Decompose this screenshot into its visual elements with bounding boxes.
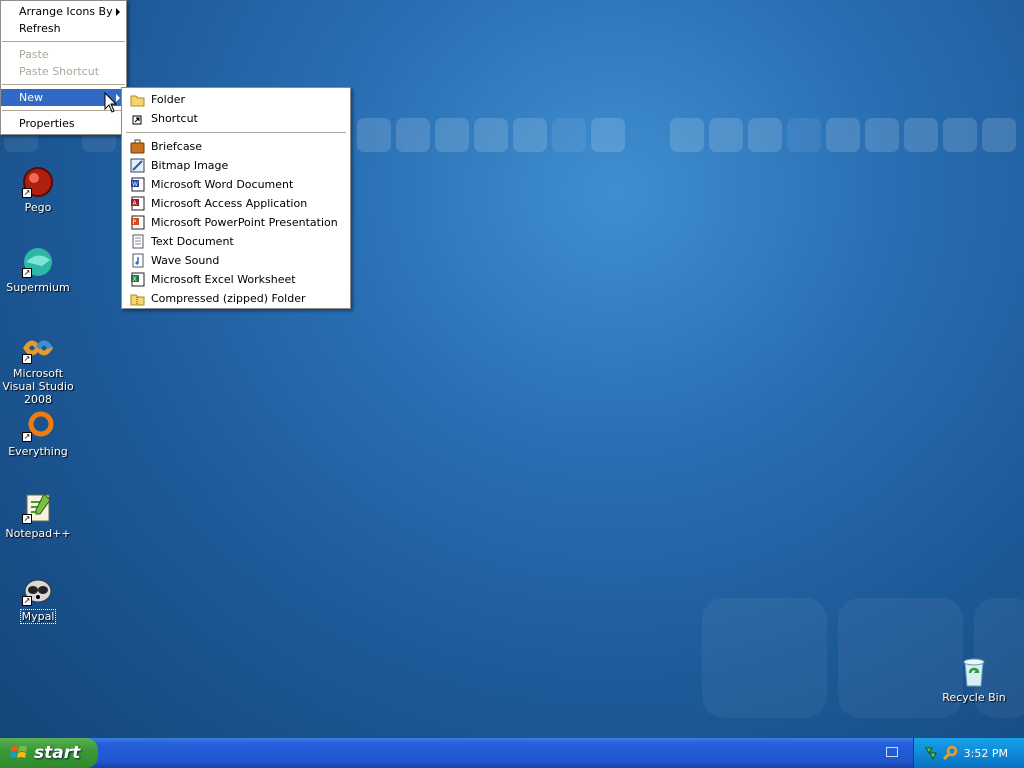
- svg-text:W: W: [132, 181, 138, 188]
- bitmap-icon: [130, 158, 145, 173]
- new-item-shortcut[interactable]: Shortcut: [122, 109, 350, 128]
- desktop-icon-visual-studio[interactable]: ↗ Microsoft Visual Studio 2008: [0, 332, 76, 406]
- visual-studio-icon: ↗: [22, 332, 54, 364]
- zip-folder-icon: [130, 294, 145, 306]
- new-item-access[interactable]: A Microsoft Access Application: [122, 194, 350, 213]
- powerpoint-icon: P: [131, 215, 145, 230]
- menu-item-paste[interactable]: Paste: [1, 46, 126, 63]
- new-item-label: Wave Sound: [151, 254, 220, 267]
- everything-icon: ↗: [22, 410, 54, 442]
- menu-item-paste-shortcut[interactable]: Paste Shortcut: [1, 63, 126, 80]
- new-item-folder[interactable]: Folder: [122, 90, 350, 109]
- desktop-icon-label: Recycle Bin: [942, 691, 1006, 704]
- word-icon: W: [131, 177, 145, 192]
- search-icon[interactable]: [942, 745, 958, 761]
- wave-sound-icon: [132, 253, 144, 268]
- new-item-label: Microsoft Access Application: [151, 197, 308, 210]
- new-item-label: Folder: [151, 93, 185, 106]
- mypal-icon: ↗: [22, 574, 54, 606]
- taskbar: [0, 738, 1024, 768]
- submenu-arrow-icon: [116, 8, 120, 16]
- new-item-label: Shortcut: [151, 112, 198, 125]
- new-item-powerpoint[interactable]: P Microsoft PowerPoint Presentation: [122, 213, 350, 232]
- excel-icon: X: [131, 272, 145, 287]
- new-item-label: Microsoft Excel Worksheet: [151, 273, 296, 286]
- desktop-context-menu: Arrange Icons By Refresh Paste Paste Sho…: [0, 0, 127, 135]
- desktop-icon-label: Notepad++: [5, 527, 71, 540]
- new-item-label: Microsoft PowerPoint Presentation: [151, 216, 338, 229]
- clock[interactable]: 3:52 PM: [964, 747, 1008, 760]
- desktop-icon-notepadpp[interactable]: ↗ Notepad++: [0, 492, 76, 540]
- menu-separator: [2, 41, 125, 42]
- menu-item-arrange-icons-by[interactable]: Arrange Icons By: [1, 3, 126, 20]
- recycle-bin-icon: [958, 656, 990, 688]
- shortcut-icon: [132, 115, 142, 125]
- new-item-text-document[interactable]: Text Document: [122, 232, 350, 251]
- system-tray: 3:52 PM: [913, 738, 1024, 768]
- new-item-bitmap[interactable]: Bitmap Image: [122, 156, 350, 175]
- menu-item-label: Refresh: [19, 22, 61, 35]
- menu-separator: [126, 132, 346, 133]
- desktop-icon-pego[interactable]: ↗ Pego: [0, 166, 76, 214]
- menu-item-properties[interactable]: Properties: [1, 115, 126, 132]
- windows-flag-icon: [10, 746, 27, 758]
- folder-icon: [130, 95, 145, 107]
- desktop-icon-label: Mypal: [19, 609, 57, 624]
- notepadpp-icon: ↗: [22, 492, 54, 524]
- new-item-excel[interactable]: X Microsoft Excel Worksheet: [122, 270, 350, 289]
- menu-separator: [2, 84, 125, 85]
- new-item-label: Compressed (zipped) Folder: [151, 292, 306, 305]
- menu-item-label: Paste: [19, 48, 49, 61]
- new-item-zip-folder[interactable]: Compressed (zipped) Folder: [122, 289, 350, 308]
- mouse-cursor-icon: [104, 92, 118, 113]
- menu-item-label: New: [19, 91, 43, 104]
- new-item-label: Bitmap Image: [151, 159, 229, 172]
- desktop-icon-mypal[interactable]: ↗ Mypal: [0, 574, 76, 624]
- supermium-icon: ↗: [22, 246, 54, 278]
- new-item-label: Microsoft Word Document: [151, 178, 294, 191]
- desktop-icon-everything[interactable]: ↗ Everything: [0, 410, 76, 458]
- new-submenu: Folder Shortcut Briefcase Bitmap Image W…: [121, 87, 351, 309]
- new-item-label: Text Document: [151, 235, 234, 248]
- menu-item-label: Properties: [19, 117, 75, 130]
- menu-item-label: Paste Shortcut: [19, 65, 100, 78]
- new-item-wave-sound[interactable]: Wave Sound: [122, 251, 350, 270]
- start-label: start: [34, 743, 81, 763]
- new-item-word[interactable]: W Microsoft Word Document: [122, 175, 350, 194]
- desktop-icon-label: Pego: [24, 201, 52, 214]
- new-item-label: Briefcase: [151, 140, 203, 153]
- new-item-briefcase[interactable]: Briefcase: [122, 137, 350, 156]
- desktop-icon-label: Everything: [8, 445, 68, 458]
- start-button[interactable]: start: [0, 738, 98, 768]
- pego-icon: ↗: [22, 166, 54, 198]
- svg-text:X: X: [133, 276, 137, 283]
- network-icon[interactable]: [924, 745, 938, 761]
- desktop-icon-label: Microsoft Visual Studio 2008: [2, 367, 74, 406]
- svg-text:P: P: [133, 219, 137, 226]
- desktop-icon-label: Supermium: [6, 281, 70, 294]
- text-document-icon: [132, 234, 144, 249]
- desktop-icon-supermium[interactable]: ↗ Supermium: [0, 246, 76, 294]
- menu-item-refresh[interactable]: Refresh: [1, 20, 126, 37]
- access-icon: A: [131, 196, 145, 211]
- menu-item-label: Arrange Icons By: [19, 5, 113, 18]
- desktop-icon-recycle-bin[interactable]: Recycle Bin: [936, 656, 1012, 704]
- keyboard-icon[interactable]: [886, 747, 898, 757]
- briefcase-icon: [130, 139, 145, 154]
